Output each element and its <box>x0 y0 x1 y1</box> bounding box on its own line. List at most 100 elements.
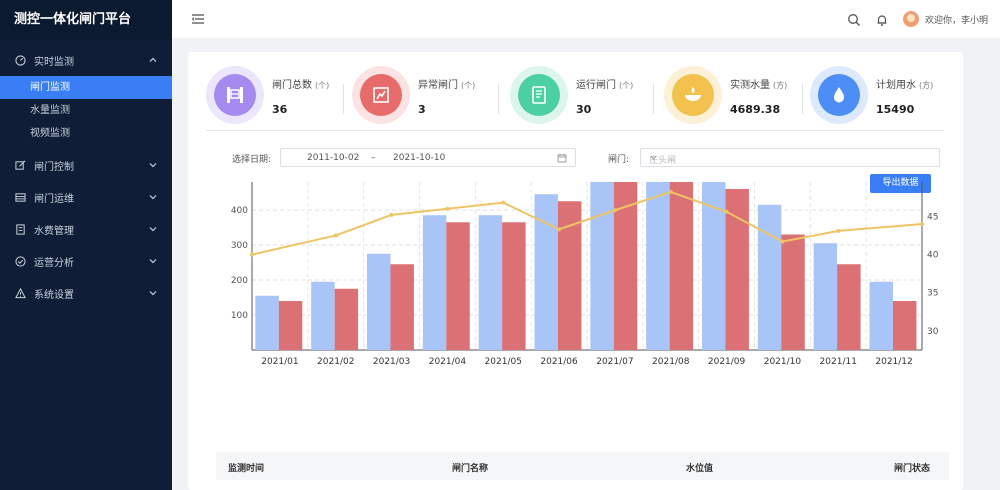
stat-separator <box>802 84 803 114</box>
line-point <box>445 206 450 211</box>
y-right-tick-label: 50 <box>927 182 939 184</box>
stat-icon-ring <box>206 66 264 124</box>
search-icon[interactable] <box>847 12 861 26</box>
sidebar-subitem-water-monitor[interactable]: 水量监测 <box>0 99 172 122</box>
line-point <box>836 228 841 233</box>
sidebar-item-label: 实时监测 <box>34 56 74 68</box>
stat-icon-ring <box>664 66 722 124</box>
check-circle-icon <box>14 255 26 267</box>
table-header: 监测时间 闸门名称 水位值 闸门状态 <box>216 452 949 480</box>
main-card: 闸门总数 (个) 36 异常闸门 (个) 3 运行闸门 (个) 30 实测水量 … <box>188 52 963 490</box>
stat-icon-ring <box>810 66 868 124</box>
stat-value: 36 <box>272 103 288 116</box>
gate-select[interactable]: 庄头闸 <box>640 148 940 167</box>
x-tick-label: 2021/04 <box>429 357 467 367</box>
avatar[interactable] <box>902 11 919 27</box>
y-right-tick-label: 40 <box>927 251 939 261</box>
line-point <box>780 239 785 244</box>
stat-separator <box>498 84 499 114</box>
y-left-tick-label: 100 <box>231 311 248 321</box>
stat-label: 异常闸门 <box>418 80 458 91</box>
stat-value: 30 <box>576 103 592 116</box>
x-tick-label: 2021/07 <box>596 357 633 367</box>
column-header-gate-name: 闸门名称 <box>452 464 489 474</box>
stat-separator <box>653 84 654 114</box>
bar-actual-water <box>446 222 470 350</box>
table-icon <box>14 191 26 203</box>
column-header-water-level: 水位值 <box>686 464 714 474</box>
sidebar-item-water-fee[interactable]: 水费管理 <box>0 213 172 245</box>
sidebar-item-label: 系统设置 <box>34 289 74 301</box>
sidebar-item-system-settings[interactable]: 系统设置 <box>0 277 172 309</box>
x-tick-label: 2021/03 <box>373 357 410 367</box>
bar-actual-water <box>502 222 526 350</box>
date-start-value[interactable]: 2011-10-02 <box>307 153 359 163</box>
stat-total-gates: 闸门总数 (个) 36 <box>206 66 329 130</box>
column-header-time: 监测时间 <box>228 464 265 474</box>
water-drop-icon <box>818 74 860 116</box>
sidebar-item-operation-analysis[interactable]: 运营分析 <box>0 245 172 277</box>
chevron-down-icon <box>148 160 158 170</box>
stat-unit: (个) <box>461 81 476 90</box>
sidebar-subitem-video-monitor[interactable]: 视频监测 <box>0 122 172 145</box>
chevron-down-icon <box>148 192 158 202</box>
water-chart: 100200300400500600303540455055过计水量（方）水位（… <box>231 182 939 367</box>
stat-measured-water: 实测水量 (方) 4689.38 <box>664 66 787 130</box>
stat-label: 实测水量 <box>730 80 770 91</box>
date-end-value[interactable]: 2021-10-10 <box>393 153 445 163</box>
line-point <box>612 208 617 213</box>
gate-icon <box>214 74 256 116</box>
sidebar-subitem-gate-monitor[interactable]: 闸门监测 <box>0 76 172 99</box>
x-tick-label: 2021/06 <box>540 357 578 367</box>
bar-actual-water <box>390 264 414 350</box>
sidebar-item-gate-maintenance[interactable]: 闸门运维 <box>0 181 172 213</box>
y-left-tick-label: 300 <box>231 241 248 251</box>
menu-toggle-icon[interactable] <box>190 11 206 27</box>
stat-label: 运行闸门 <box>576 80 616 91</box>
calendar-icon[interactable] <box>557 153 567 163</box>
x-tick-label: 2021/01 <box>261 357 298 367</box>
line-point <box>724 209 729 214</box>
sidebar-item-realtime[interactable]: 实时监测 <box>0 44 172 76</box>
edit-icon <box>14 159 26 171</box>
chevron-down-icon <box>649 153 658 162</box>
bar-planned-water <box>534 194 558 350</box>
sidebar-item-gate-control[interactable]: 闸门控制 <box>0 149 172 181</box>
welcome-text: 欢迎你，李小明 <box>924 15 988 26</box>
bar-actual-water <box>892 301 917 350</box>
x-tick-label: 2021/05 <box>485 357 522 367</box>
bar-planned-water <box>422 215 447 350</box>
bar-actual-water <box>837 264 861 350</box>
line-point <box>557 227 562 232</box>
document-icon <box>518 74 560 116</box>
stat-icon-ring <box>352 66 410 124</box>
stat-value: 15490 <box>876 103 915 116</box>
stat-abnormal-gates: 异常闸门 (个) 3 <box>352 66 475 130</box>
chevron-up-icon <box>148 55 158 65</box>
app-title: 测控一体化闸门平台 <box>0 0 172 40</box>
x-tick-label: 2021/08 <box>652 357 690 367</box>
bar-planned-water <box>255 295 279 350</box>
date-range-separator: – <box>371 153 376 163</box>
sidebar: 测控一体化闸门平台 实时监测 闸门监测 水量监测 视频监测 闸门控制 闸门运维 <box>0 0 172 490</box>
bar-planned-water <box>757 204 782 350</box>
y-right-tick-label: 45 <box>927 212 938 222</box>
x-tick-label: 2021/12 <box>875 357 912 367</box>
bell-icon[interactable] <box>875 12 889 26</box>
stat-unit: (个) <box>619 81 634 90</box>
bar-planned-water <box>869 281 893 350</box>
y-left-tick-label: 400 <box>231 206 248 216</box>
bar-planned-water <box>590 182 614 350</box>
line-point <box>389 212 394 217</box>
bar-actual-water <box>278 301 303 350</box>
line-point <box>333 233 338 238</box>
top-header: 欢迎你，李小明 <box>172 0 1000 38</box>
divider <box>206 130 944 131</box>
x-tick-label: 2021/02 <box>317 357 354 367</box>
sidebar-item-label: 闸门运维 <box>34 193 74 205</box>
line-point <box>250 252 254 257</box>
x-tick-label: 2021/09 <box>708 357 746 367</box>
stat-unit: (个) <box>315 81 330 90</box>
stat-running-gates: 运行闸门 (个) 30 <box>510 66 633 130</box>
date-range-picker[interactable]: 2011-10-02 – 2021-10-10 <box>280 148 576 167</box>
